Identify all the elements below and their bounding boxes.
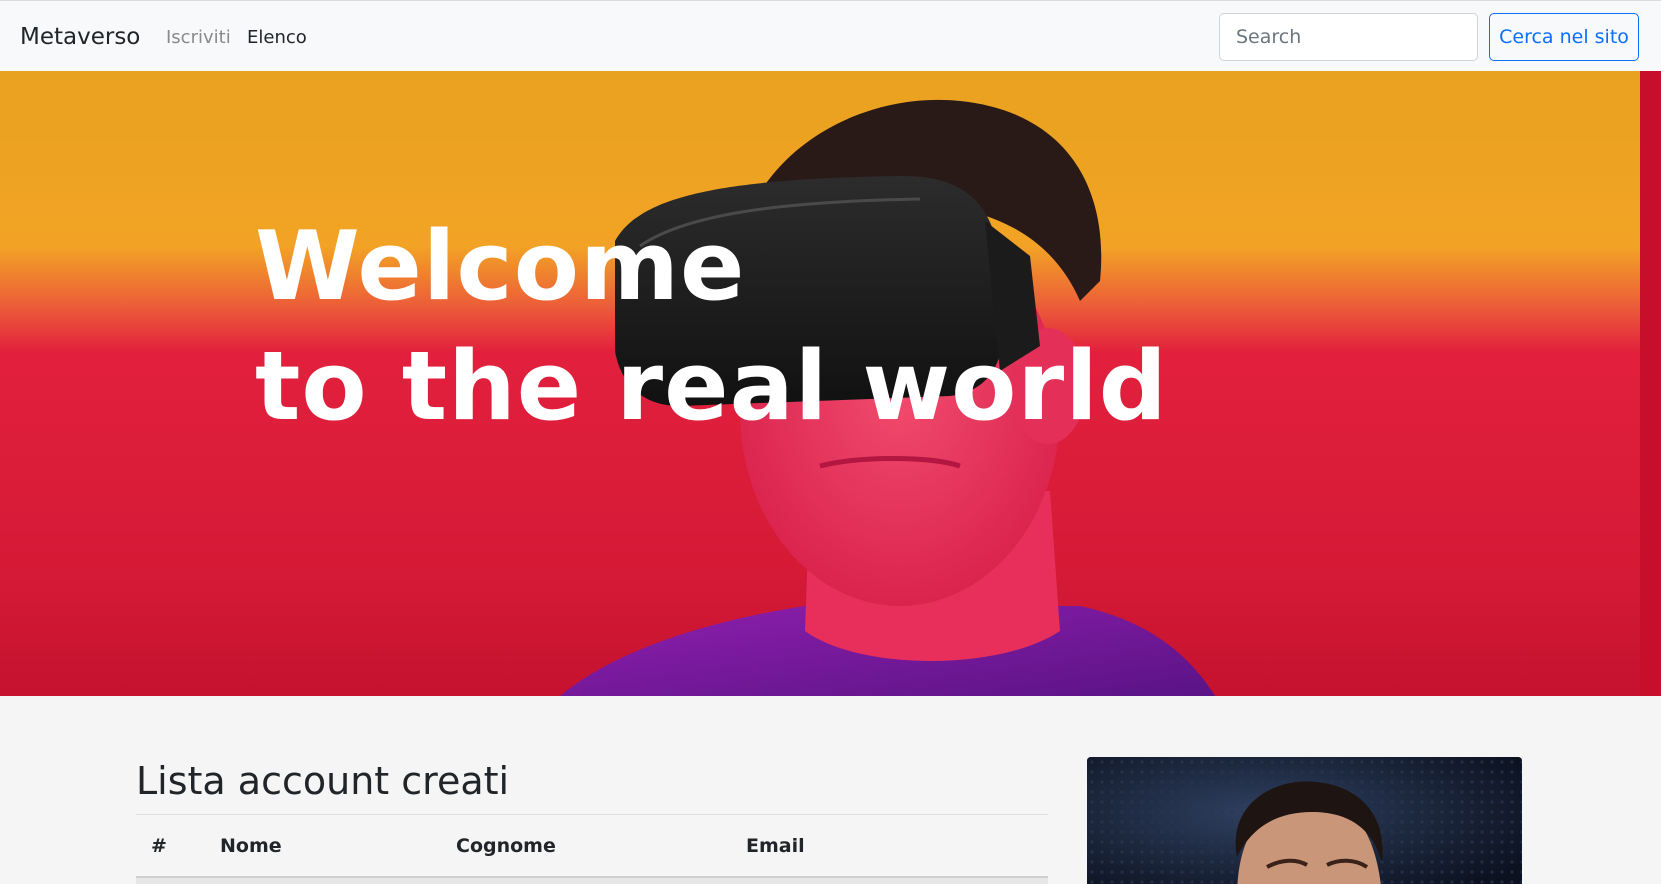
search-button[interactable]: Cerca nel sito: [1489, 13, 1639, 61]
column-header-nome: Nome: [220, 835, 282, 857]
accounts-table-header: # Nome Cognome Email: [136, 824, 1048, 870]
section-title: Lista account creati: [136, 759, 510, 803]
portrait-image: [1087, 757, 1522, 884]
table-row: [136, 876, 1048, 884]
edge-shade: [1640, 71, 1661, 696]
top-navbar: Metaverso Iscriviti Elenco Cerca nel sit…: [0, 0, 1661, 71]
side-card-image: [1087, 757, 1522, 884]
search-input[interactable]: [1219, 13, 1478, 61]
column-header-index: #: [151, 835, 167, 857]
hero-banner: Welcome to the real world: [0, 71, 1661, 696]
page: Metaverso Iscriviti Elenco Cerca nel sit…: [0, 0, 1661, 884]
hero-title-line-1: Welcome: [255, 212, 746, 322]
column-header-email: Email: [746, 835, 805, 857]
nav-link-elenco[interactable]: Elenco: [247, 26, 307, 50]
column-header-cognome: Cognome: [456, 835, 556, 857]
hero-title: Welcome to the real world: [255, 207, 1168, 447]
navbar-brand[interactable]: Metaverso: [20, 23, 140, 51]
hero-title-line-2: to the real world: [255, 332, 1168, 442]
section-divider: [136, 814, 1048, 815]
nav-link-iscriviti[interactable]: Iscriviti: [166, 26, 231, 50]
main-content: Lista account creati # Nome Cognome Emai…: [0, 696, 1661, 884]
